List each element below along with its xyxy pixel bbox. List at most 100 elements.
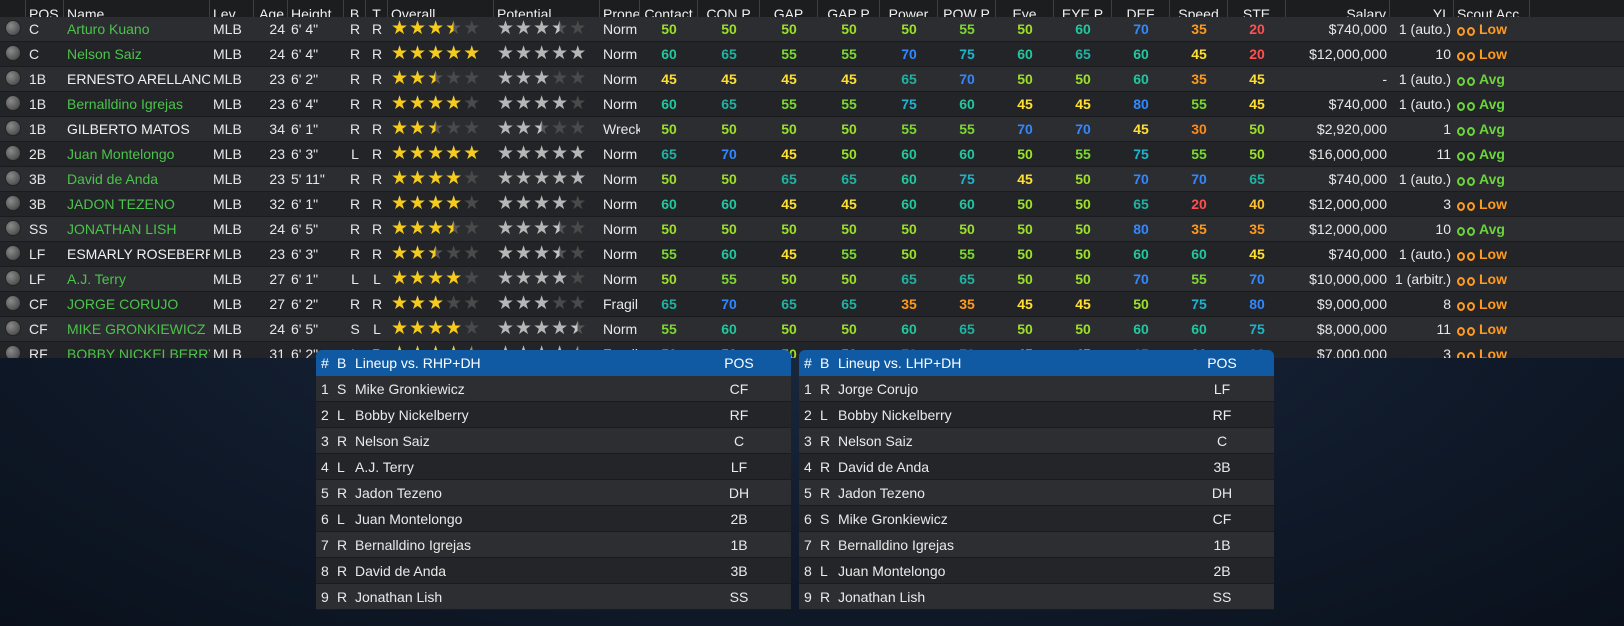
row-select[interactable]	[0, 269, 26, 289]
row-select-radio[interactable]	[5, 269, 21, 286]
player-row[interactable]: 1B GILBERTO MATOS MLB 34 6' 1" R R ★ ★ ★ ★ ★ ★ ★ ★ ★ ★ Wr…	[0, 117, 1624, 142]
lineup-player-name[interactable]: Jonathan Lish	[838, 589, 1182, 605]
lineup-slot[interactable]: 6 S Mike Gronkiewicz CF	[799, 506, 1274, 532]
row-select-radio[interactable]	[5, 344, 21, 358]
player-row[interactable]: 1B ERNESTO ARELLANO MLB 23 6' 2" R R ★ ★ ★ ★ ★ ★ ★ ★ ★ ★…	[0, 67, 1624, 92]
row-select[interactable]	[0, 94, 26, 114]
lineup-slot[interactable]: 8 L Juan Montelongo 2B	[799, 558, 1274, 584]
lineup-player-name[interactable]: David de Anda	[838, 459, 1182, 475]
row-select-radio[interactable]	[5, 144, 21, 161]
row-select-radio[interactable]	[5, 69, 21, 86]
player-row[interactable]: 3B David de Anda MLB 23 5' 11" R R ★ ★ ★ ★ ★ ★ ★ ★ ★ ★ No…	[0, 167, 1624, 192]
lineup-position[interactable]: 3B	[699, 563, 791, 579]
lineup-player-name[interactable]: Juan Montelongo	[355, 511, 699, 527]
player-row[interactable]: CF JORGE CORUJO MLB 27 6' 2" R R ★ ★ ★ ★ ★ ★ ★ ★ ★ ★ Frag…	[0, 292, 1624, 317]
lineup-position[interactable]: DH	[1182, 485, 1274, 501]
lineup-position[interactable]: LF	[699, 459, 791, 475]
lineup-slot[interactable]: 1 R Jorge Corujo LF	[799, 376, 1274, 402]
lineup-position[interactable]: CF	[699, 381, 791, 397]
lineup-player-name[interactable]: Bobby Nickelberry	[838, 407, 1182, 423]
player-name[interactable]: JORGE CORUJO	[64, 296, 210, 312]
lineup-player-name[interactable]: Nelson Saiz	[838, 433, 1182, 449]
row-select[interactable]	[0, 244, 26, 264]
lineup-slot[interactable]: 2 L Bobby Nickelberry RF	[316, 402, 791, 428]
lineup-player-name[interactable]: Jonathan Lish	[355, 589, 699, 605]
lineup-slot[interactable]: 7 R Bernalldino Igrejas 1B	[316, 532, 791, 558]
player-name[interactable]: A.J. Terry	[64, 271, 210, 287]
player-name[interactable]: ESMARLY ROSEBERRY	[64, 246, 210, 262]
lineup-player-name[interactable]: Jadon Tezeno	[355, 485, 699, 501]
lineup-position[interactable]: 1B	[1182, 537, 1274, 553]
row-select[interactable]	[0, 194, 26, 214]
player-name[interactable]: MIKE GRONKIEWICZ	[64, 321, 210, 337]
lineup-slot[interactable]: 4 R David de Anda 3B	[799, 454, 1274, 480]
lineup-slot[interactable]: 3 R Nelson Saiz C	[799, 428, 1274, 454]
row-select-radio[interactable]	[5, 19, 21, 36]
player-name[interactable]: JADON TEZENO	[64, 196, 210, 212]
row-select[interactable]	[0, 119, 26, 139]
row-select-radio[interactable]	[5, 44, 21, 61]
row-select[interactable]	[0, 144, 26, 164]
player-row[interactable]: 1B Bernalldino Igrejas MLB 23 6' 4" R R ★ ★ ★ ★ ★ ★ ★…	[0, 92, 1624, 117]
row-select-radio[interactable]	[5, 119, 21, 136]
lineup-position[interactable]: C	[1182, 433, 1274, 449]
lineup-position[interactable]: LF	[1182, 381, 1274, 397]
player-name[interactable]: BOBBY NICKELBERRY	[64, 346, 210, 358]
row-select[interactable]	[0, 69, 26, 89]
lineup-position[interactable]: CF	[1182, 511, 1274, 527]
lineup-player-name[interactable]: Bobby Nickelberry	[355, 407, 699, 423]
row-select-radio[interactable]	[5, 169, 21, 186]
player-name[interactable]: GILBERTO MATOS	[64, 121, 210, 137]
row-select[interactable]	[0, 44, 26, 64]
row-select-radio[interactable]	[5, 294, 21, 311]
lineup-slot[interactable]: 5 R Jadon Tezeno DH	[799, 480, 1274, 506]
lineup-slot[interactable]: 9 R Jonathan Lish SS	[799, 584, 1274, 610]
lineup-player-name[interactable]: Bernalldino Igrejas	[355, 537, 699, 553]
lineup-position[interactable]: 2B	[1182, 563, 1274, 579]
player-row[interactable]: CF MIKE GRONKIEWICZ MLB 24 6' 5" S L ★ ★ ★ ★ ★ ★ ★ ★ ★ ★…	[0, 317, 1624, 342]
player-row[interactable]: LF A.J. Terry MLB 27 6' 1" L L ★ ★ ★ ★ ★ ★ ★ ★ ★ ★ Norm 50…	[0, 267, 1624, 292]
lineup-position[interactable]: RF	[1182, 407, 1274, 423]
lineup-slot[interactable]: 7 R Bernalldino Igrejas 1B	[799, 532, 1274, 558]
lineup-slot[interactable]: 3 R Nelson Saiz C	[316, 428, 791, 454]
player-name[interactable]: Arturo Kuano	[64, 21, 210, 37]
lineup-player-name[interactable]: David de Anda	[355, 563, 699, 579]
lineup-position[interactable]: 2B	[699, 511, 791, 527]
lineup-position[interactable]: 3B	[1182, 459, 1274, 475]
lineup-player-name[interactable]: Mike Gronkiewicz	[838, 511, 1182, 527]
lineup-slot[interactable]: 2 L Bobby Nickelberry RF	[799, 402, 1274, 428]
row-select[interactable]	[0, 344, 26, 358]
lineup-slot[interactable]: 5 R Jadon Tezeno DH	[316, 480, 791, 506]
row-select-radio[interactable]	[5, 219, 21, 236]
lineup-slot[interactable]: 4 L A.J. Terry LF	[316, 454, 791, 480]
lineup-position[interactable]: SS	[699, 589, 791, 605]
lineup-position[interactable]: DH	[699, 485, 791, 501]
lineup-player-name[interactable]: Jadon Tezeno	[838, 485, 1182, 501]
row-select-radio[interactable]	[5, 194, 21, 211]
player-name[interactable]: Nelson Saiz	[64, 46, 210, 62]
row-select[interactable]	[0, 294, 26, 314]
player-name[interactable]: Juan Montelongo	[64, 146, 210, 162]
lineup-position[interactable]: RF	[699, 407, 791, 423]
row-select-radio[interactable]	[5, 244, 21, 261]
lineup-player-name[interactable]: Mike Gronkiewicz	[355, 381, 699, 397]
player-row[interactable]: C Nelson Saiz MLB 24 6' 4" R R ★ ★ ★ ★ ★ ★ ★ ★ ★ ★ Norm 60…	[0, 42, 1624, 67]
row-select[interactable]	[0, 19, 26, 39]
lineup-position[interactable]: C	[699, 433, 791, 449]
player-name[interactable]: Bernalldino Igrejas	[64, 96, 210, 112]
lineup-player-name[interactable]: Juan Montelongo	[838, 563, 1182, 579]
lineup-slot[interactable]: 9 R Jonathan Lish SS	[316, 584, 791, 610]
lineup-player-name[interactable]: Bernalldino Igrejas	[838, 537, 1182, 553]
row-select[interactable]	[0, 319, 26, 339]
player-row[interactable]: C Arturo Kuano MLB 24 6' 4" R R ★ ★ ★ ★ ★ ★ ★ ★ ★ ★ Norm 5…	[0, 17, 1624, 42]
player-row[interactable]: SS JONATHAN LISH MLB 24 6' 5" R R ★ ★ ★ ★ ★ ★ ★ ★ ★ ★ Nor…	[0, 217, 1624, 242]
row-select-radio[interactable]	[5, 94, 21, 111]
player-row[interactable]: LF ESMARLY ROSEBERRY MLB 23 6' 3" R R ★ ★ ★ ★ ★ ★ ★ ★ ★…	[0, 242, 1624, 267]
player-name[interactable]: ERNESTO ARELLANO	[64, 71, 210, 87]
row-select-radio[interactable]	[5, 319, 21, 336]
lineup-position[interactable]: 1B	[699, 537, 791, 553]
lineup-slot[interactable]: 1 S Mike Gronkiewicz CF	[316, 376, 791, 402]
row-select[interactable]	[0, 219, 26, 239]
player-name[interactable]: David de Anda	[64, 171, 210, 187]
lineup-slot[interactable]: 8 R David de Anda 3B	[316, 558, 791, 584]
